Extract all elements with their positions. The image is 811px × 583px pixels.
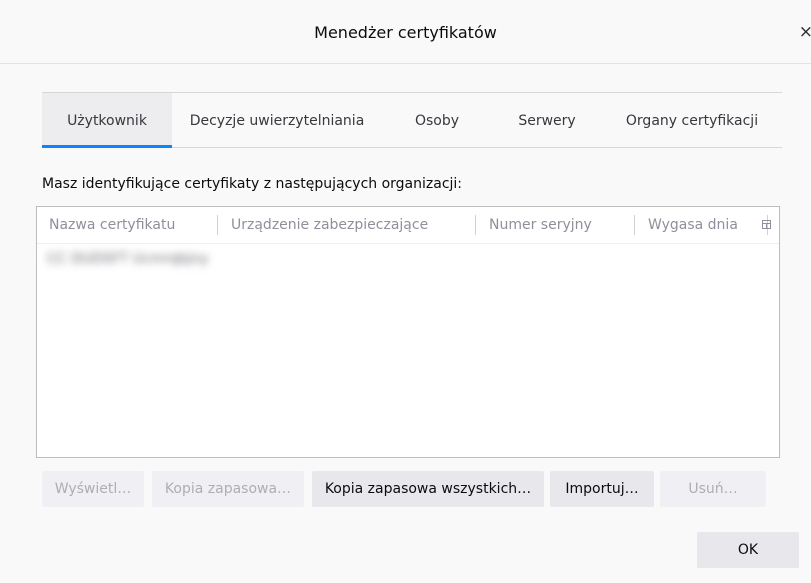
tab-bar: Użytkownik Decyzje uwierzytelniania Osob… [42,92,782,148]
certificate-tree[interactable]: Nazwa certyfikatu Urządzenie zabezpiecza… [36,206,780,458]
column-security-device[interactable]: Urządzenie zabezpieczające [231,207,428,243]
tab-authorities[interactable]: Organy certyfikacji [602,93,782,147]
column-separator[interactable] [217,215,218,235]
column-separator[interactable] [634,215,635,235]
column-expires-on[interactable]: Wygasa dnia [648,207,738,243]
column-certificate-name[interactable]: Nazwa certyfikatu [49,207,175,243]
backup-all-button[interactable]: Kopia zapasowa wszystkich… [312,471,544,507]
delete-button[interactable]: Usuń… [660,471,766,507]
certificate-name-cell: CC DUDSFT Ucmrqbjny [47,251,209,267]
column-picker-icon[interactable] [762,220,771,229]
backup-button[interactable]: Kopia zapasowa… [152,471,304,507]
column-separator[interactable] [475,215,476,235]
import-button[interactable]: Importuj… [550,471,654,507]
description-text: Masz identyfikujące certyfikaty z następ… [42,176,463,192]
tab-people[interactable]: Osoby [382,93,492,147]
tab-user[interactable]: Użytkownik [42,93,172,148]
title-bar: Menedżer certyfikatów × [0,0,811,64]
certificate-manager-dialog: Menedżer certyfikatów × Użytkownik Decyz… [0,0,811,583]
tab-servers[interactable]: Serwery [492,93,602,147]
tree-header: Nazwa certyfikatu Urządzenie zabezpiecza… [37,207,779,244]
dialog-title: Menedżer certyfikatów [314,23,497,42]
column-serial-number[interactable]: Numer seryjny [489,207,592,243]
tab-authentication-decisions[interactable]: Decyzje uwierzytelniania [172,93,382,147]
ok-button[interactable]: OK [697,532,799,568]
close-icon[interactable]: × [799,22,811,42]
view-button[interactable]: Wyświetl… [42,471,144,507]
table-row[interactable]: CC DUDSFT Ucmrqbjny [37,247,779,273]
